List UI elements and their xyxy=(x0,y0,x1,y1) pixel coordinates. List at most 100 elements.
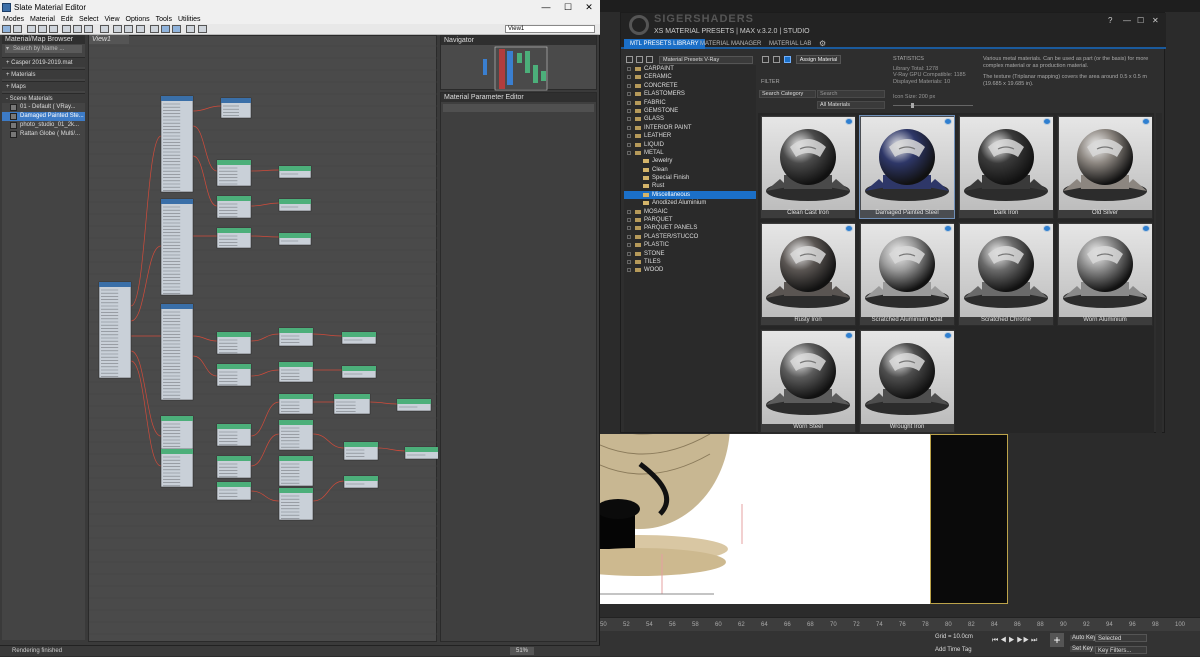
category-item[interactable]: PARQUET PANELS xyxy=(624,224,756,232)
node-link[interactable] xyxy=(192,355,218,377)
node-header[interactable] xyxy=(279,420,313,425)
expand-icon[interactable] xyxy=(627,125,631,130)
node-link[interactable] xyxy=(312,433,345,449)
category-item[interactable]: Jewelry xyxy=(624,157,756,165)
node-link[interactable] xyxy=(250,433,280,467)
node-link[interactable] xyxy=(130,350,162,437)
toolbar-tool-icon[interactable] xyxy=(161,25,170,33)
node-header[interactable] xyxy=(99,282,131,287)
materials-section[interactable]: + Materials xyxy=(2,69,85,79)
category-item[interactable]: STONE xyxy=(624,250,756,258)
node-header[interactable] xyxy=(344,476,378,481)
mpe-field[interactable] xyxy=(443,104,594,112)
toolbar-tool-icon[interactable] xyxy=(73,25,82,33)
node-header[interactable] xyxy=(161,96,193,101)
node-view[interactable] xyxy=(88,35,438,642)
help-icon[interactable]: ? xyxy=(1108,16,1112,25)
category-item[interactable]: METAL xyxy=(624,149,756,157)
tab-mtl-presets-library[interactable]: MTL PRESETS LIBRARY xyxy=(624,39,705,49)
category-item[interactable]: WOOD xyxy=(624,266,756,274)
toolbar-tool-icon[interactable] xyxy=(2,25,11,33)
scene-material-item[interactable]: Rattan Globe ( Multi/... xyxy=(2,130,85,139)
node-header[interactable] xyxy=(344,442,378,447)
node-header[interactable] xyxy=(217,424,251,429)
expand-icon[interactable] xyxy=(627,251,631,256)
node-header[interactable] xyxy=(342,366,376,371)
menu-item-tools[interactable]: Tools xyxy=(156,15,172,24)
expand-icon[interactable] xyxy=(627,150,631,155)
library-section[interactable]: + Casper 2019-2019.mat xyxy=(2,57,85,67)
expand-icon[interactable] xyxy=(627,108,631,113)
category-item[interactable]: Miscellaneous xyxy=(624,190,756,200)
toolbar-tool-icon[interactable] xyxy=(186,25,195,33)
toolbar-tool-icon[interactable] xyxy=(150,25,159,33)
add-key-icon[interactable]: + xyxy=(1050,633,1064,647)
node-header[interactable] xyxy=(217,364,251,369)
navigator-panel[interactable]: Navigator xyxy=(440,35,597,91)
view-dropdown[interactable]: View1 xyxy=(505,25,595,33)
node-header[interactable] xyxy=(279,233,311,238)
all-materials-select[interactable]: All Materials xyxy=(817,101,885,109)
node-link[interactable] xyxy=(250,333,280,342)
slider-handle[interactable] xyxy=(911,103,914,108)
node-link[interactable] xyxy=(192,125,218,172)
category-item[interactable]: INTERIOR PAINT xyxy=(624,124,756,132)
close-icon[interactable]: ✕ xyxy=(1152,16,1159,25)
sort-icon[interactable] xyxy=(646,56,653,63)
expand-icon[interactable] xyxy=(627,83,631,88)
grid-view-icon[interactable] xyxy=(762,56,769,63)
close-icon[interactable]: ✕ xyxy=(576,0,602,15)
list-view-icon[interactable] xyxy=(773,56,780,63)
category-item[interactable]: PLASTIC xyxy=(624,241,756,249)
node-link[interactable] xyxy=(130,360,162,467)
assign-icon[interactable] xyxy=(784,56,791,63)
toolbar-tool-icon[interactable] xyxy=(113,25,122,33)
category-item[interactable]: LIQUID xyxy=(624,141,756,149)
material-card[interactable]: Dark Iron xyxy=(958,115,1054,219)
node-link[interactable] xyxy=(130,135,162,307)
node-header[interactable] xyxy=(217,228,251,233)
material-card[interactable]: Worn Steel xyxy=(760,329,856,433)
expand-icon[interactable] xyxy=(627,209,631,214)
category-item[interactable]: FABRIC xyxy=(624,99,756,107)
node-header[interactable] xyxy=(397,399,431,404)
node-header[interactable] xyxy=(342,332,376,337)
minimize-icon[interactable]: — xyxy=(1123,16,1131,25)
node-link[interactable] xyxy=(192,155,218,207)
node-header[interactable] xyxy=(217,332,251,337)
node-link[interactable] xyxy=(250,235,280,238)
menu-item-modes[interactable]: Modes xyxy=(3,15,24,24)
expand-icon[interactable] xyxy=(627,75,631,80)
node-header[interactable] xyxy=(334,394,370,399)
node-link[interactable] xyxy=(377,447,406,452)
category-item[interactable]: GLASS xyxy=(624,115,756,123)
menu-item-edit[interactable]: Edit xyxy=(61,15,73,24)
grid-scrollbar[interactable] xyxy=(1156,113,1162,433)
toolbar-tool-icon[interactable] xyxy=(172,25,181,33)
node-header[interactable] xyxy=(161,449,193,454)
add-time-tag[interactable]: Add Time Tag xyxy=(935,647,972,653)
category-item[interactable]: GEMSTONE xyxy=(624,107,756,115)
zoom-level[interactable]: 51% xyxy=(510,647,534,655)
toolbar-tool-icon[interactable] xyxy=(100,25,109,33)
gear-icon[interactable]: ⚙ xyxy=(813,39,832,49)
material-card[interactable]: Worn Aluminium xyxy=(1057,222,1153,326)
selected-dropdown[interactable]: Selected xyxy=(1095,634,1147,642)
slate-title-bar[interactable]: Slate Material Editor — ☐ ✕ xyxy=(0,0,600,15)
expand-icon[interactable] xyxy=(627,226,631,231)
node-header[interactable] xyxy=(217,482,251,487)
search-input[interactable]: Search xyxy=(817,90,885,98)
node-link[interactable] xyxy=(312,480,345,502)
toolbar-tool-icon[interactable] xyxy=(38,25,47,33)
node-link[interactable] xyxy=(250,401,280,437)
expand-icon[interactable] xyxy=(627,243,631,248)
scene-material-item[interactable]: 01 - Default ( VRay... xyxy=(2,103,85,112)
category-item[interactable]: PLASTER/STUCCO xyxy=(624,233,756,241)
category-item[interactable]: PARQUET xyxy=(624,216,756,224)
category-item[interactable]: TILES xyxy=(624,258,756,266)
node-header[interactable] xyxy=(221,98,251,103)
menu-item-select[interactable]: Select xyxy=(79,15,98,24)
scene-material-item[interactable]: photo_studio_01_2k... xyxy=(2,121,85,130)
category-item[interactable]: MOSAIC xyxy=(624,208,756,216)
material-card[interactable]: Scratched Aluminium Coat xyxy=(859,222,955,326)
